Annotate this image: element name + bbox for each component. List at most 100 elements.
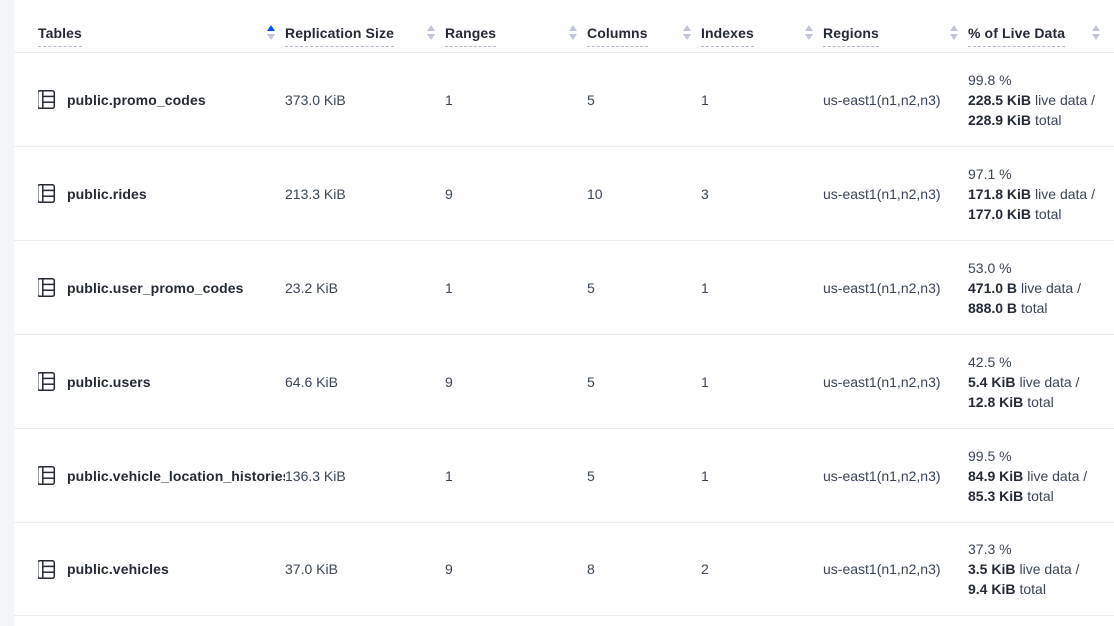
table-icon	[38, 465, 56, 486]
table-name-cell[interactable]: public.users	[38, 371, 285, 392]
live-data-percent: 37.3 %	[968, 539, 1110, 559]
live-data-percent: 53.0 %	[968, 258, 1110, 278]
table-row[interactable]: public.rides 213.3 KiB 9 10 3 us-east1(n…	[14, 146, 1114, 240]
sort-up-icon	[950, 25, 958, 31]
live-data-size-line: 228.5 KiBlive data /	[968, 90, 1110, 110]
live-size-label: live data /	[1021, 280, 1081, 296]
live-size-value: 3.5 KiB	[968, 561, 1015, 577]
regions-cell: us-east1(n1,n2,n3)	[823, 374, 968, 390]
live-data-percent: 99.5 %	[968, 446, 1110, 466]
table-name[interactable]: public.vehicle_location_histories	[67, 468, 285, 484]
sort-icon[interactable]	[267, 25, 275, 40]
indexes-cell: 1	[701, 92, 823, 108]
table-name[interactable]: public.vehicles	[67, 561, 169, 577]
total-size-label: total	[1021, 300, 1047, 316]
table-name-cell[interactable]: public.vehicle_location_histories	[38, 465, 285, 486]
total-size-value: 9.4 KiB	[968, 581, 1015, 597]
columns-cell: 8	[587, 561, 701, 577]
live-size-value: 171.8 KiB	[968, 186, 1031, 202]
column-label-indexes[interactable]: Indexes	[701, 25, 754, 47]
table-header-row: Tables Replication Size Ranges Columns	[14, 0, 1114, 52]
column-label-replication-size[interactable]: Replication Size	[285, 25, 394, 47]
replication-size-cell: 23.2 KiB	[285, 280, 445, 296]
total-size-label: total	[1035, 112, 1061, 128]
total-size-label: total	[1035, 206, 1061, 222]
live-data-percent: 99.8 %	[968, 70, 1110, 90]
live-size-value: 84.9 KiB	[968, 468, 1023, 484]
column-label-regions[interactable]: Regions	[823, 25, 879, 47]
regions-cell: us-east1(n1,n2,n3)	[823, 186, 968, 202]
sort-up-icon	[805, 25, 813, 31]
column-label-tables[interactable]: Tables	[38, 25, 82, 47]
replication-size-cell: 213.3 KiB	[285, 186, 445, 202]
live-size-value: 471.0 B	[968, 280, 1017, 296]
indexes-cell: 2	[701, 561, 823, 577]
live-size-label: live data /	[1027, 468, 1087, 484]
table-name[interactable]: public.promo_codes	[67, 92, 206, 108]
sort-icon[interactable]	[805, 25, 813, 40]
total-size-line: 888.0 Btotal	[968, 298, 1110, 318]
column-header-tables[interactable]: Tables	[38, 25, 285, 47]
table-icon	[38, 89, 56, 110]
tables-list-card: Tables Replication Size Ranges Columns	[14, 0, 1114, 626]
live-size-label: live data /	[1035, 92, 1095, 108]
column-header-live-data[interactable]: % of Live Data	[968, 25, 1110, 47]
total-size-value: 12.8 KiB	[968, 394, 1023, 410]
sort-up-icon	[427, 25, 435, 31]
ranges-cell: 1	[445, 280, 587, 296]
column-label-ranges[interactable]: Ranges	[445, 25, 496, 47]
ranges-cell: 9	[445, 561, 587, 577]
sort-icon[interactable]	[683, 25, 691, 40]
live-data-percent: 97.1 %	[968, 164, 1110, 184]
table-name-cell[interactable]: public.rides	[38, 183, 285, 204]
table-icon	[38, 277, 56, 298]
table-row[interactable]: public.vehicle_location_histories 136.3 …	[14, 428, 1114, 522]
columns-cell: 5	[587, 374, 701, 390]
table-row[interactable]: public.vehicles 37.0 KiB 9 8 2 us-east1(…	[14, 522, 1114, 616]
sort-icon[interactable]	[569, 25, 577, 40]
table-row[interactable]: public.promo_codes 373.0 KiB 1 5 1 us-ea…	[14, 52, 1114, 146]
table-icon	[38, 559, 56, 580]
total-size-value: 177.0 KiB	[968, 206, 1031, 222]
live-data-size-line: 84.9 KiBlive data /	[968, 466, 1110, 486]
sort-icon[interactable]	[950, 25, 958, 40]
table-name[interactable]: public.rides	[67, 186, 147, 202]
sort-down-icon	[805, 34, 813, 40]
sort-down-icon	[267, 34, 275, 40]
indexes-cell: 1	[701, 374, 823, 390]
indexes-cell: 3	[701, 186, 823, 202]
total-size-line: 228.9 KiBtotal	[968, 110, 1110, 130]
column-header-regions[interactable]: Regions	[823, 25, 968, 47]
total-size-value: 228.9 KiB	[968, 112, 1031, 128]
table-name-cell[interactable]: public.user_promo_codes	[38, 277, 285, 298]
live-data-percent: 42.5 %	[968, 352, 1110, 372]
sort-down-icon	[683, 34, 691, 40]
total-size-label: total	[1027, 488, 1053, 504]
table-row[interactable]: public.users 64.6 KiB 9 5 1 us-east1(n1,…	[14, 334, 1114, 428]
sort-icon[interactable]	[427, 25, 435, 40]
table-name-cell[interactable]: public.vehicles	[38, 559, 285, 580]
sort-up-icon	[569, 25, 577, 31]
table-name-cell[interactable]: public.promo_codes	[38, 89, 285, 110]
column-label-columns[interactable]: Columns	[587, 25, 648, 47]
table-row[interactable]: public.user_promo_codes 23.2 KiB 1 5 1 u…	[14, 240, 1114, 334]
live-data-size-line: 471.0 Blive data /	[968, 278, 1110, 298]
live-data-cell: 37.3 % 3.5 KiBlive data / 9.4 KiBtotal	[968, 539, 1110, 599]
ranges-cell: 9	[445, 374, 587, 390]
total-size-line: 9.4 KiBtotal	[968, 579, 1110, 599]
ranges-cell: 1	[445, 92, 587, 108]
column-header-ranges[interactable]: Ranges	[445, 25, 587, 47]
regions-cell: us-east1(n1,n2,n3)	[823, 92, 968, 108]
table-name[interactable]: public.user_promo_codes	[67, 280, 244, 296]
total-size-line: 177.0 KiBtotal	[968, 204, 1110, 224]
total-size-line: 12.8 KiBtotal	[968, 392, 1110, 412]
column-header-indexes[interactable]: Indexes	[701, 25, 823, 47]
sort-up-icon	[683, 25, 691, 31]
sort-icon[interactable]	[1092, 25, 1100, 40]
column-header-columns[interactable]: Columns	[587, 25, 701, 47]
column-label-live-data[interactable]: % of Live Data	[968, 25, 1065, 47]
replication-size-cell: 136.3 KiB	[285, 468, 445, 484]
table-name[interactable]: public.users	[67, 374, 151, 390]
table-icon	[38, 183, 56, 204]
column-header-replication-size[interactable]: Replication Size	[285, 25, 445, 47]
